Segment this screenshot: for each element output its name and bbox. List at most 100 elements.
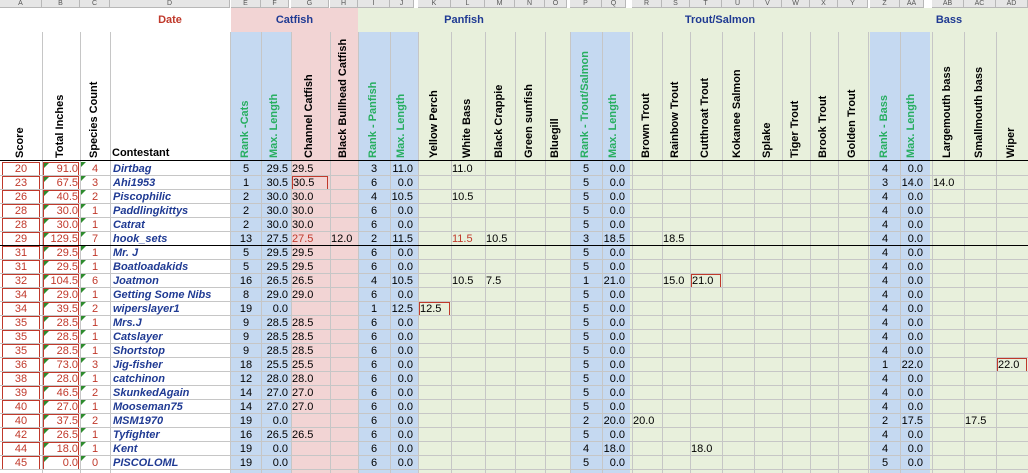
column-letter[interactable]: D [110, 0, 230, 8]
col-bass-max[interactable]: 0.0 [901, 232, 923, 246]
col-cat-max[interactable]: 28.5 [262, 316, 288, 330]
column-letter[interactable]: N [515, 0, 545, 8]
col-smallmouth-bass[interactable] [965, 372, 995, 386]
col-cutthroat-trout[interactable] [691, 456, 721, 470]
col-kokanee-salmon[interactable] [723, 386, 753, 400]
col-rank-trout[interactable]: 5 [571, 288, 601, 302]
col-score[interactable]: 36 [2, 358, 40, 372]
col-rank-bass[interactable]: 4 [871, 302, 899, 316]
col-species-count[interactable]: 1 [81, 400, 109, 414]
col-rank-cats[interactable]: 9 [232, 316, 260, 330]
col-contestant[interactable]: Catslayer [111, 330, 229, 344]
col-total-inches[interactable]: 39.5 [43, 302, 79, 316]
col-tiger-trout[interactable] [783, 316, 809, 330]
col-cutthroat-trout[interactable] [691, 330, 721, 344]
col-largemouth-bass[interactable] [933, 204, 963, 218]
col-cutthroat-trout[interactable] [691, 400, 721, 414]
col-cutthroat-trout[interactable]: 21.0 [691, 274, 721, 288]
col-bass-max[interactable]: 0.0 [901, 316, 923, 330]
col-bluegill[interactable] [546, 204, 566, 218]
col-trout-max[interactable]: 0.0 [603, 330, 625, 344]
col-rank-panfish[interactable]: 6 [359, 428, 389, 442]
col-rank-trout[interactable]: 5 [571, 358, 601, 372]
col-rank-bass[interactable]: 4 [871, 316, 899, 330]
col-black-bullhead[interactable] [331, 414, 357, 428]
col-brown-trout[interactable] [633, 442, 661, 456]
col-largemouth-bass[interactable] [933, 456, 963, 470]
col-brown-trout[interactable] [633, 232, 661, 246]
col-rank-bass[interactable]: 4 [871, 386, 899, 400]
col-rank-panfish[interactable]: 2 [359, 232, 389, 246]
col-tiger-trout[interactable] [783, 162, 809, 176]
col-rank-trout[interactable]: 5 [571, 400, 601, 414]
col-smallmouth-bass[interactable] [965, 442, 995, 456]
col-yellow-perch[interactable] [419, 358, 450, 372]
col-splake[interactable] [755, 274, 781, 288]
col-pan-max[interactable]: 11.0 [391, 162, 413, 176]
col-golden-trout[interactable] [839, 386, 867, 400]
col-contestant[interactable]: wiperslayer1 [111, 302, 229, 316]
col-species-count[interactable]: 1 [81, 372, 109, 386]
col-white-bass[interactable] [452, 442, 484, 456]
col-tiger-trout[interactable] [783, 204, 809, 218]
col-total-inches[interactable]: 29.5 [43, 260, 79, 274]
col-pan-max[interactable]: 0.0 [391, 358, 413, 372]
col-rank-panfish[interactable]: 6 [359, 218, 389, 232]
col-black-bullhead[interactable] [331, 400, 357, 414]
col-pan-max[interactable]: 10.5 [391, 190, 413, 204]
col-kokanee-salmon[interactable] [723, 218, 753, 232]
col-trout-max[interactable]: 0.0 [603, 288, 625, 302]
col-brown-trout[interactable] [633, 372, 661, 386]
col-rank-cats[interactable]: 16 [232, 428, 260, 442]
col-score[interactable]: 31 [2, 246, 40, 260]
col-smallmouth-bass[interactable] [965, 232, 995, 246]
col-rainbow-trout[interactable] [663, 330, 689, 344]
col-total-inches[interactable]: 40.5 [43, 190, 79, 204]
col-brown-trout[interactable] [633, 260, 661, 274]
col-smallmouth-bass[interactable] [965, 386, 995, 400]
col-trout-max[interactable]: 0.0 [603, 218, 625, 232]
col-largemouth-bass[interactable] [933, 302, 963, 316]
col-bluegill[interactable] [546, 288, 566, 302]
col-contestant[interactable]: Jig-fisher [111, 358, 229, 372]
col-yellow-perch[interactable] [419, 260, 450, 274]
col-wiper[interactable] [997, 400, 1027, 414]
col-wiper[interactable] [997, 302, 1027, 316]
col-rank-cats[interactable]: 16 [232, 274, 260, 288]
col-rainbow-trout[interactable] [663, 176, 689, 190]
col-total-inches[interactable]: 28.5 [43, 316, 79, 330]
col-rainbow-trout[interactable] [663, 386, 689, 400]
col-channel-catfish[interactable] [292, 442, 328, 456]
col-total-inches[interactable]: 104.5 [43, 274, 79, 288]
column-letter[interactable]: Z [870, 0, 900, 8]
col-golden-trout[interactable] [839, 414, 867, 428]
column-letter[interactable]: P [570, 0, 602, 8]
col-rainbow-trout[interactable] [663, 218, 689, 232]
column-letter[interactable]: C [80, 0, 110, 8]
col-trout-max[interactable]: 0.0 [603, 386, 625, 400]
col-cutthroat-trout[interactable] [691, 176, 721, 190]
col-cat-max[interactable]: 30.0 [262, 204, 288, 218]
col-tiger-trout[interactable] [783, 218, 809, 232]
col-bluegill[interactable] [546, 316, 566, 330]
col-rainbow-trout[interactable] [663, 372, 689, 386]
col-green-sunfish[interactable] [516, 246, 544, 260]
col-rank-panfish[interactable]: 6 [359, 316, 389, 330]
col-rank-bass[interactable]: 4 [871, 232, 899, 246]
col-black-bullhead[interactable] [331, 204, 357, 218]
col-brown-trout[interactable] [633, 302, 661, 316]
col-bass-max[interactable]: 0.0 [901, 428, 923, 442]
col-score[interactable]: 38 [2, 372, 40, 386]
col-pan-max[interactable]: 0.0 [391, 372, 413, 386]
col-rank-cats[interactable]: 12 [232, 372, 260, 386]
col-black-crappie[interactable] [486, 288, 514, 302]
col-brook-trout[interactable] [811, 246, 837, 260]
col-total-inches[interactable]: 28.5 [43, 330, 79, 344]
col-cat-max[interactable]: 29.5 [262, 260, 288, 274]
col-trout-max[interactable]: 0.0 [603, 176, 625, 190]
col-total-inches[interactable]: 27.0 [43, 400, 79, 414]
col-total-inches[interactable]: 26.5 [43, 428, 79, 442]
col-rank-bass[interactable]: 4 [871, 428, 899, 442]
col-brown-trout[interactable] [633, 400, 661, 414]
col-black-crappie[interactable] [486, 386, 514, 400]
